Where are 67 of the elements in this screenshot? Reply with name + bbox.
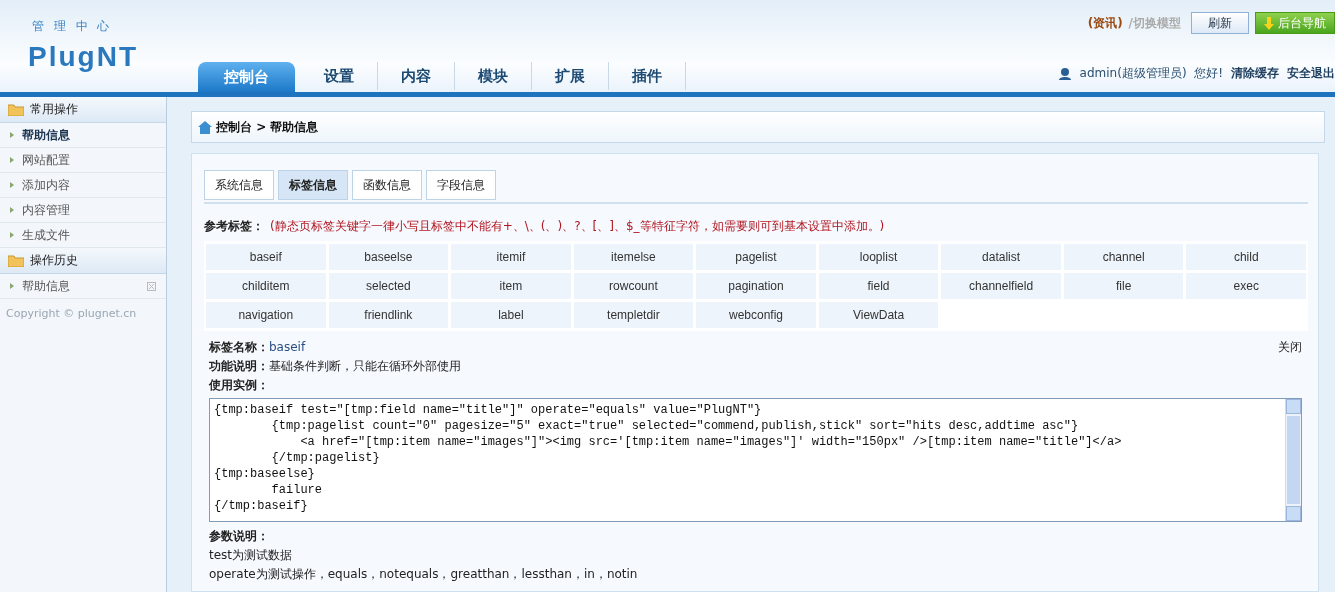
close-link[interactable]: 关闭	[1278, 339, 1302, 356]
tag-button[interactable]: item	[451, 273, 571, 299]
tag-button[interactable]: webconfig	[696, 302, 816, 328]
clear-cache-link[interactable]: 清除缓存	[1231, 65, 1279, 82]
tag-button[interactable]: selected	[328, 273, 449, 299]
tag-button[interactable]: baseelse	[328, 244, 449, 270]
folder-icon	[8, 254, 24, 267]
folder-icon	[8, 103, 24, 116]
sidebar-item[interactable]: 添加内容	[0, 173, 166, 198]
tag-button[interactable]: ViewData	[818, 302, 939, 328]
user-greeting: admin(超级管理员) 您好!	[1079, 65, 1223, 82]
tag-button[interactable]: templetdir	[573, 302, 694, 328]
sidebar-item[interactable]: 内容管理	[0, 198, 166, 223]
field-label: 标签名称：	[209, 339, 269, 356]
tag-button[interactable]: exec	[1186, 273, 1306, 299]
tag-button[interactable]: baseif	[206, 244, 326, 270]
tag-button[interactable]: label	[451, 302, 571, 328]
sidebar-item[interactable]: 网站配置	[0, 148, 166, 173]
tag-button[interactable]: itemif	[451, 244, 571, 270]
sidebar-item[interactable]: 帮助信息	[0, 274, 166, 299]
nav-tab[interactable]: 内容	[378, 62, 455, 90]
tag-button[interactable]: channelfield	[941, 273, 1061, 299]
tag-button[interactable]: pagelist	[696, 244, 816, 270]
tab[interactable]: 字段信息	[426, 170, 496, 200]
breadcrumb: 控制台 > 帮助信息	[216, 118, 319, 136]
logo-text: PlugNT	[28, 41, 139, 73]
close-icon[interactable]	[147, 281, 156, 291]
tab[interactable]: 系统信息	[204, 170, 274, 200]
tab[interactable]: 标签信息	[278, 170, 348, 200]
home-icon	[198, 120, 212, 134]
section-title: 常用操作	[30, 101, 78, 118]
tag-button[interactable]: channel	[1063, 244, 1184, 270]
tag-button[interactable]: childitem	[206, 273, 326, 299]
field-label: 使用实例：	[209, 377, 269, 394]
tag-button[interactable]: datalist	[941, 244, 1061, 270]
parameter-text: test为测试数据	[209, 547, 293, 564]
tag-button[interactable]: friendlink	[328, 302, 449, 328]
user-icon	[1057, 67, 1072, 80]
nav-tab[interactable]: 扩展	[532, 62, 609, 90]
tag-button[interactable]: navigation	[206, 302, 326, 328]
function-description: 基础条件判断，只能在循环外部使用	[269, 358, 461, 375]
reference-label: 参考标签：	[204, 218, 264, 235]
tag-button[interactable]: field	[818, 273, 939, 299]
nav-tab[interactable]: 插件	[609, 62, 686, 90]
tag-button[interactable]: child	[1186, 244, 1306, 270]
down-arrow-icon	[1264, 16, 1274, 30]
section-title: 操作历史	[30, 252, 78, 269]
reference-note: (静态页标签关键字一律小写且标签中不能有+、\、(、)、?、[、]、$_等特征字符，如需要则可到基本设置中添加。)	[270, 218, 885, 235]
tag-button[interactable]: looplist	[818, 244, 939, 270]
logout-link[interactable]: 安全退出	[1287, 65, 1335, 82]
tag-button[interactable]: rowcount	[573, 273, 694, 299]
refresh-button[interactable]: 刷新	[1191, 12, 1249, 34]
tag-name: baseif	[269, 339, 306, 356]
model-link[interactable]: (资讯)	[1087, 14, 1123, 32]
tag-button[interactable]: pagination	[696, 273, 816, 299]
nav-tab[interactable]: 设置	[301, 62, 378, 90]
tab[interactable]: 函数信息	[352, 170, 422, 200]
nav-tab[interactable]: 模块	[455, 62, 532, 90]
field-label: 功能说明：	[209, 358, 269, 375]
code-field[interactable]: {tmp:baseif test="[tmp:field name="title"]" operate="equals" value="PlugNT"} {tmp:pagelist count="0" pagesize="5" exact="true" selected="commend,publish,stick" sort="hits desc,addtime asc"} <a href="[tmp:item name="images"]"><img src='[tmp:item name="images"]' width="150px" />[tmp:item name="title"]</a> {/tmp:pagelist} {tmp:baseelse} failure {/tmp:baseif}	[209, 398, 1302, 522]
parameter-text: operate为测试操作，equals，notequals，greatthan，lessthan，in，notin	[209, 566, 638, 583]
tag-button[interactable]: itemelse	[573, 244, 694, 270]
field-label: 参数说明：	[209, 528, 269, 545]
sidebar-item[interactable]: 帮助信息	[0, 123, 166, 148]
logo-subtitle: 管 理 中 心	[32, 18, 114, 35]
copyright-text: Copyright © plugnet.cn	[5, 306, 138, 322]
tag-button[interactable]: file	[1063, 273, 1184, 299]
